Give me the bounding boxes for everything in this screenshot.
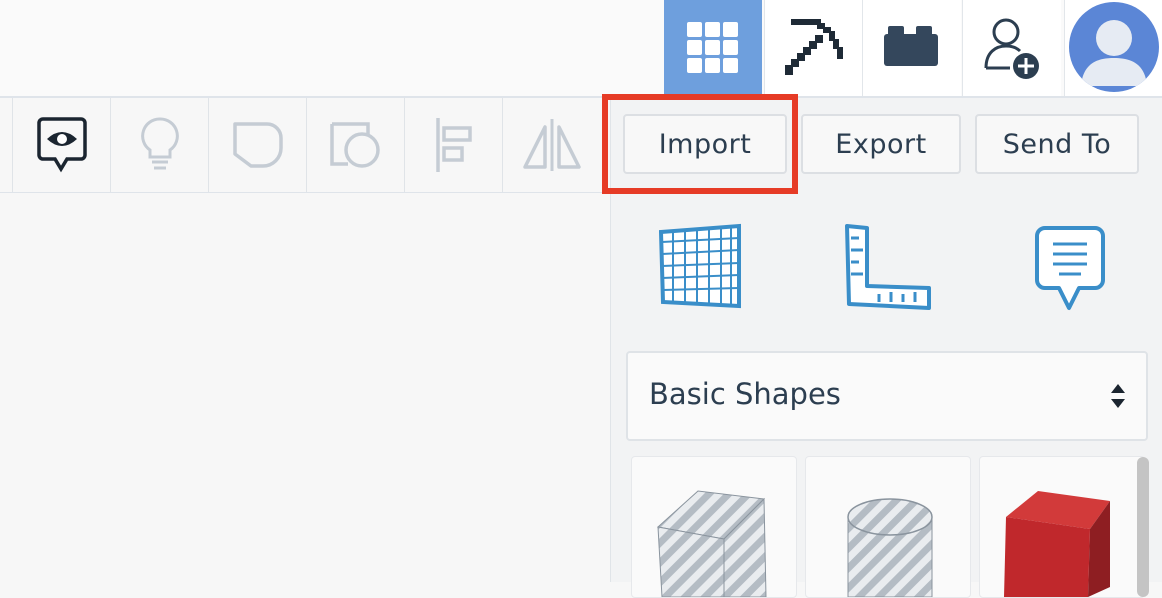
notes-eye-icon — [37, 117, 87, 173]
group-button[interactable] — [208, 98, 307, 192]
cylinder-hole-icon — [847, 498, 933, 597]
brick-icon — [884, 26, 938, 66]
invite-user-button[interactable] — [962, 0, 1061, 96]
add-user-icon — [984, 18, 1039, 79]
ruler-icon — [845, 224, 931, 310]
brick-view-button[interactable] — [862, 0, 961, 96]
shape-box-hole[interactable] — [631, 456, 797, 598]
top-bar — [0, 0, 1162, 98]
ungroup-button[interactable] — [306, 98, 405, 192]
lightbulb-icon — [141, 117, 179, 170]
workplane-button[interactable] — [658, 222, 743, 314]
mirror-button[interactable] — [502, 98, 601, 192]
shape-category-select[interactable]: Basic Shapes — [626, 351, 1148, 441]
align-button[interactable] — [404, 98, 503, 192]
hole-shape-icon — [330, 122, 380, 168]
3d-grid-view-icon — [687, 22, 738, 73]
align-icon — [436, 118, 472, 172]
group-shape-icon — [233, 122, 283, 168]
shape-box[interactable] — [979, 456, 1145, 598]
shape-category-value: Basic Shapes — [649, 377, 841, 411]
export-button[interactable]: Export — [801, 114, 961, 174]
edit-toolbar — [0, 98, 610, 193]
shapes-scrollbar[interactable] — [1137, 457, 1149, 597]
user-avatar-button[interactable] — [1064, 0, 1162, 96]
mirror-icon — [523, 119, 581, 171]
note-icon — [1035, 226, 1105, 310]
show-all-button[interactable] — [110, 98, 209, 192]
box-hole-icon — [656, 490, 767, 597]
select-arrows-icon — [1111, 384, 1125, 408]
send-to-button[interactable]: Send To — [975, 114, 1139, 174]
3d-view-button[interactable] — [664, 0, 762, 96]
ruler-button[interactable] — [845, 222, 931, 316]
shape-cylinder-hole[interactable] — [805, 456, 971, 598]
red-box-icon — [1004, 491, 1110, 597]
notes-button[interactable] — [1035, 226, 1105, 316]
notes-toggle-button[interactable] — [12, 98, 111, 192]
minecraft-view-button[interactable] — [764, 0, 863, 96]
avatar — [1069, 2, 1159, 92]
pickaxe-icon — [785, 19, 843, 75]
workplane-grid-icon — [658, 223, 741, 309]
import-highlight-box — [602, 94, 798, 194]
